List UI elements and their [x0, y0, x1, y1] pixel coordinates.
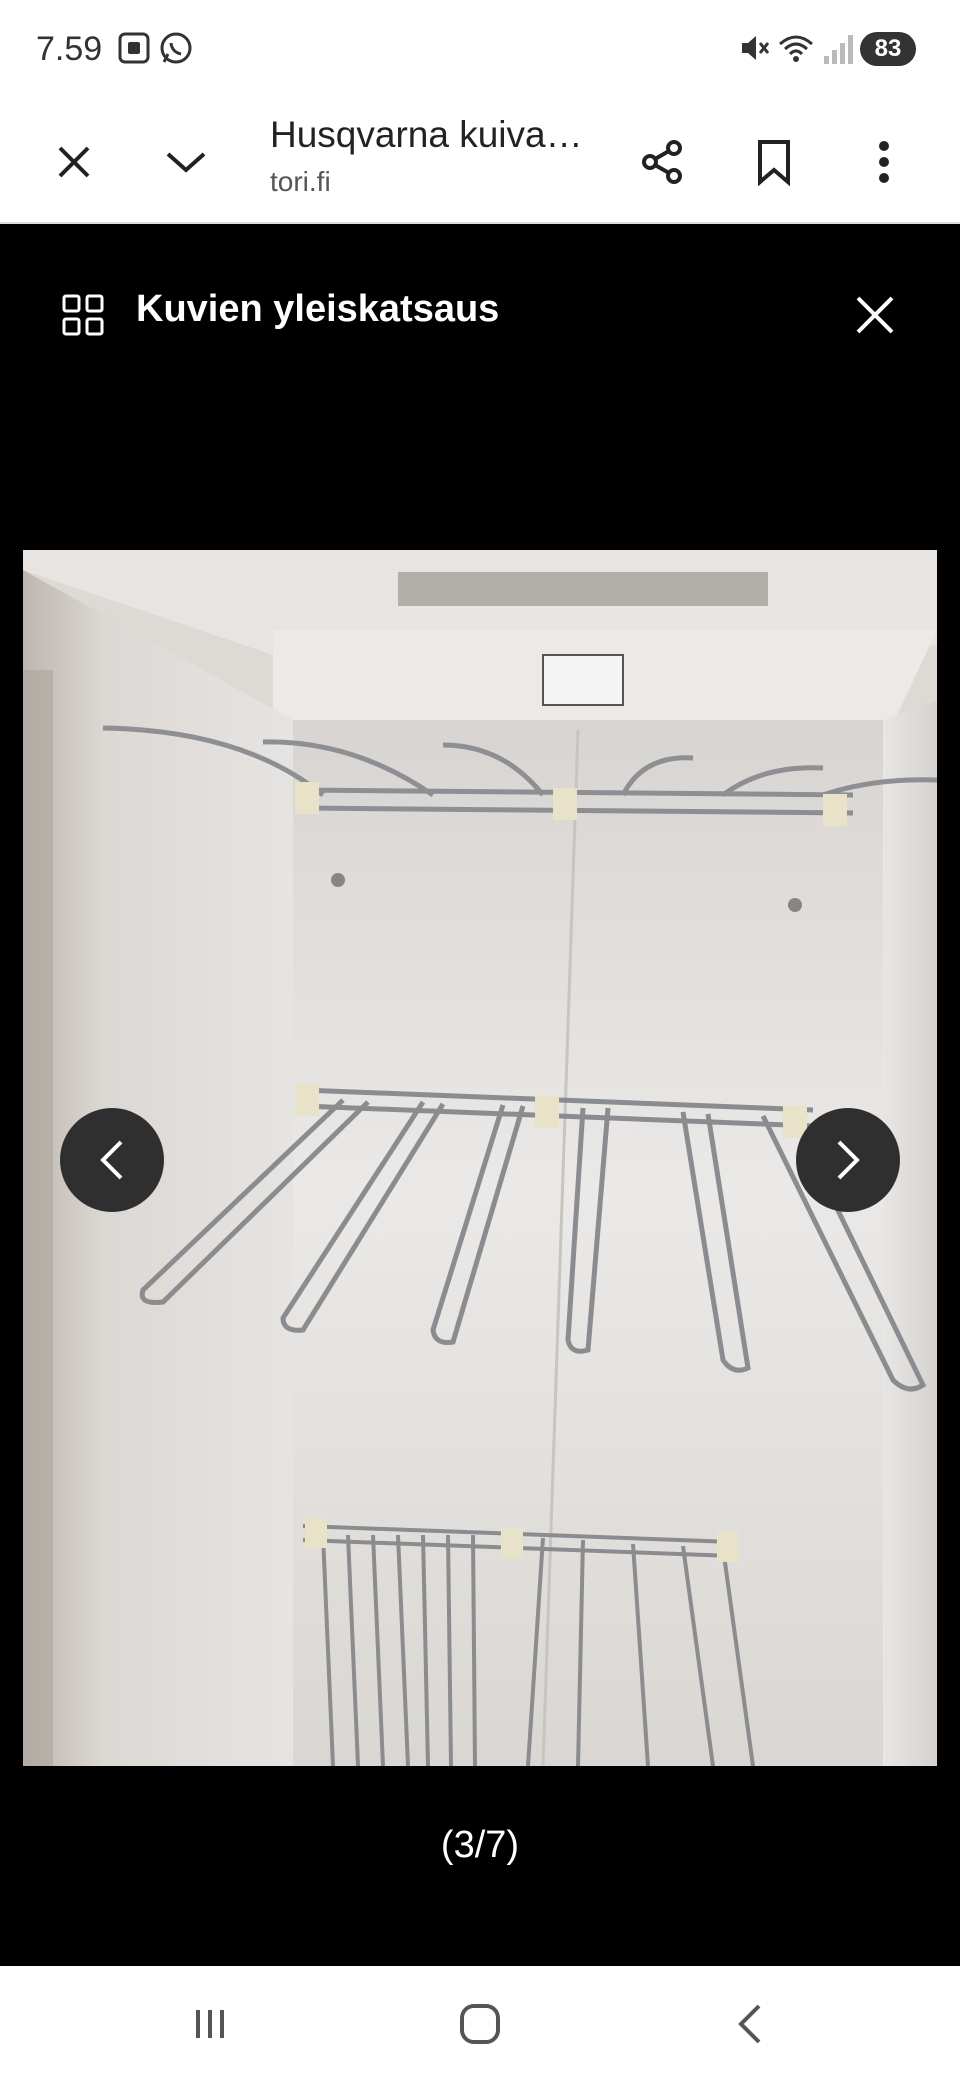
recent-apps-button[interactable] [180, 1994, 240, 2054]
page-title: Husqvarna kuiva… [270, 114, 583, 155]
system-nav-bar [0, 1966, 960, 2080]
gallery-overview-title[interactable]: Kuvien yleiskatsaus [136, 288, 499, 331]
mute-icon [736, 30, 772, 71]
previous-image-button[interactable] [60, 1108, 164, 1212]
grid-icon[interactable] [62, 294, 104, 336]
share-button[interactable] [630, 130, 694, 194]
bookmark-icon [758, 140, 790, 186]
status-bar: 7.59 83 [0, 0, 960, 100]
custom-tab-header: Husqvarna kuiva… tori.fi [0, 100, 960, 224]
whatsapp-icon [158, 30, 194, 71]
back-icon [738, 2004, 761, 2044]
more-options-button[interactable] [852, 130, 916, 194]
chevron-right-icon [837, 1140, 860, 1180]
status-time: 7.59 [36, 30, 103, 68]
chevron-down-icon [166, 152, 206, 173]
bookmark-button[interactable] [742, 130, 806, 194]
close-tab-button[interactable] [42, 130, 106, 194]
image-gallery: Kuvien yleiskatsaus (3/7) [0, 224, 960, 1966]
recents-icon [196, 2010, 224, 2038]
signal-icon [822, 30, 856, 71]
battery-indicator: 83 [860, 32, 916, 66]
home-icon [460, 2004, 500, 2044]
close-gallery-icon[interactable] [850, 290, 900, 340]
share-icon [642, 140, 682, 184]
chevron-left-icon [100, 1140, 123, 1180]
wifi-icon [776, 30, 816, 71]
minimize-tab-button[interactable] [154, 130, 218, 194]
image-counter: (3/7) [440, 1824, 520, 1866]
page-domain: tori.fi [270, 166, 331, 197]
next-image-button[interactable] [796, 1108, 900, 1212]
back-button[interactable] [720, 1994, 780, 2054]
screenshot-icon [116, 30, 152, 71]
home-button[interactable] [450, 1994, 510, 2054]
close-icon [58, 146, 90, 178]
more-vert-icon [879, 141, 889, 183]
